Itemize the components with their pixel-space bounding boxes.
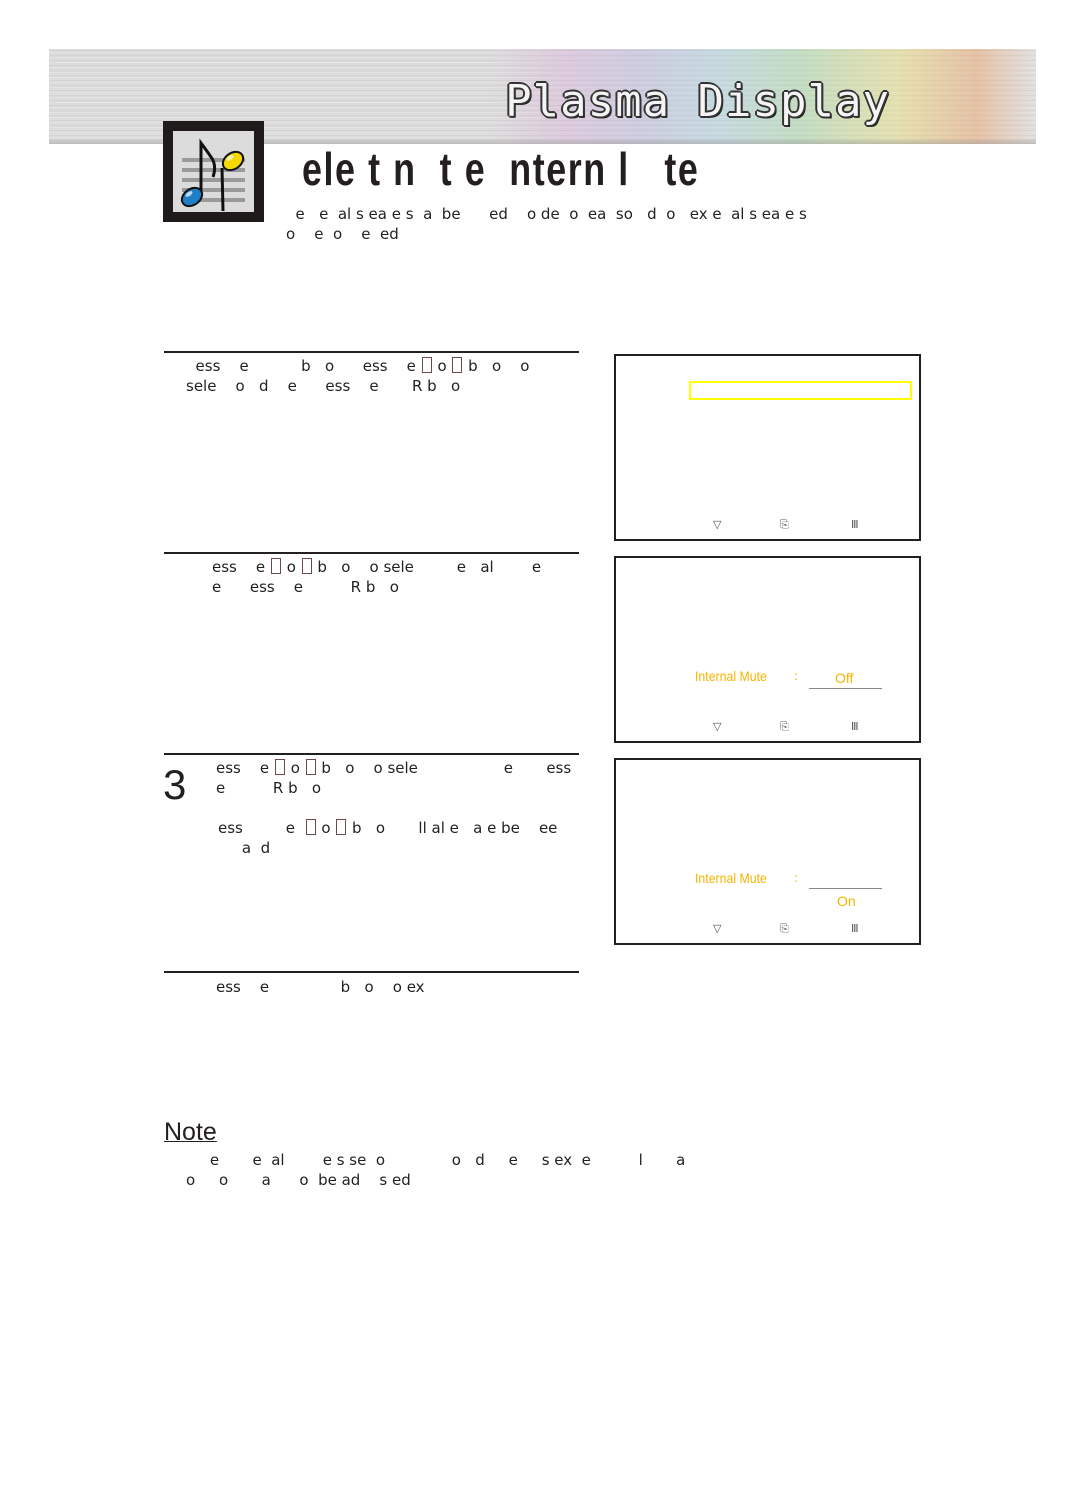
osd-screen-1: ▽ ⎘ Ⅲ — [614, 354, 921, 541]
step-4-text: ess e b o o ex — [216, 978, 425, 996]
step-1-divider — [164, 351, 579, 353]
step-1-text: ess e b o ess e o b o o sele o d e ess e… — [186, 357, 530, 395]
move-icon: ▽ — [713, 720, 722, 733]
move-icon: ▽ — [713, 922, 722, 935]
page-title: ele t n t e ntern l te — [302, 143, 700, 195]
up-arrow-glyph — [270, 558, 281, 574]
banner-title: Plasma Display — [505, 76, 890, 127]
menu-icon: Ⅲ — [851, 720, 859, 733]
down-arrow-glyph — [301, 558, 312, 574]
colon: : — [794, 871, 799, 885]
value-underline — [809, 688, 882, 689]
step-3-subtext: ess e o b o ll al e a e be ee a d — [218, 819, 558, 857]
step-2-divider — [164, 552, 579, 554]
menu-icon: Ⅲ — [851, 518, 859, 531]
note-text: e e al e s se o o d e s ex e l a o o a o… — [186, 1151, 686, 1189]
menu-highlight — [689, 381, 912, 400]
internal-mute-label: Internal Mute — [695, 870, 767, 886]
down-arrow-glyph — [305, 759, 316, 775]
step-2-text: ess e o b o o sele e al e e ess e R b o — [212, 558, 542, 596]
menu-icon: Ⅲ — [851, 922, 859, 935]
down-arrow-glyph — [336, 819, 347, 835]
enter-icon: ⎘ — [780, 720, 789, 733]
internal-mute-label: Internal Mute — [695, 668, 767, 684]
osd-screen-3: Internal Mute : On ▽ ⎘ Ⅲ — [614, 758, 921, 945]
up-arrow-glyph — [274, 759, 285, 775]
step-number: 3 — [163, 761, 187, 808]
down-arrow-glyph — [452, 357, 463, 373]
up-arrow-glyph — [305, 819, 316, 835]
internal-mute-value[interactable]: Off — [835, 670, 853, 686]
value-underline — [809, 888, 882, 889]
colon: : — [794, 669, 799, 683]
music-note-icon — [163, 121, 264, 222]
up-arrow-glyph — [421, 357, 432, 373]
step-3-text: ess e o b o o sele e ess e R b o — [216, 759, 572, 797]
enter-icon: ⎘ — [780, 922, 789, 935]
internal-mute-value[interactable]: On — [837, 893, 856, 909]
osd-screen-2: Internal Mute : Off ▽ ⎘ Ⅲ — [614, 556, 921, 743]
move-icon: ▽ — [713, 518, 722, 531]
enter-icon: ⎘ — [780, 518, 789, 531]
intro-text: e e al s ea e s a be ed o de o ea so d o… — [286, 205, 807, 243]
note-heading: Note — [164, 1118, 217, 1146]
step-3-divider — [164, 753, 579, 755]
step-4-divider — [164, 971, 579, 973]
